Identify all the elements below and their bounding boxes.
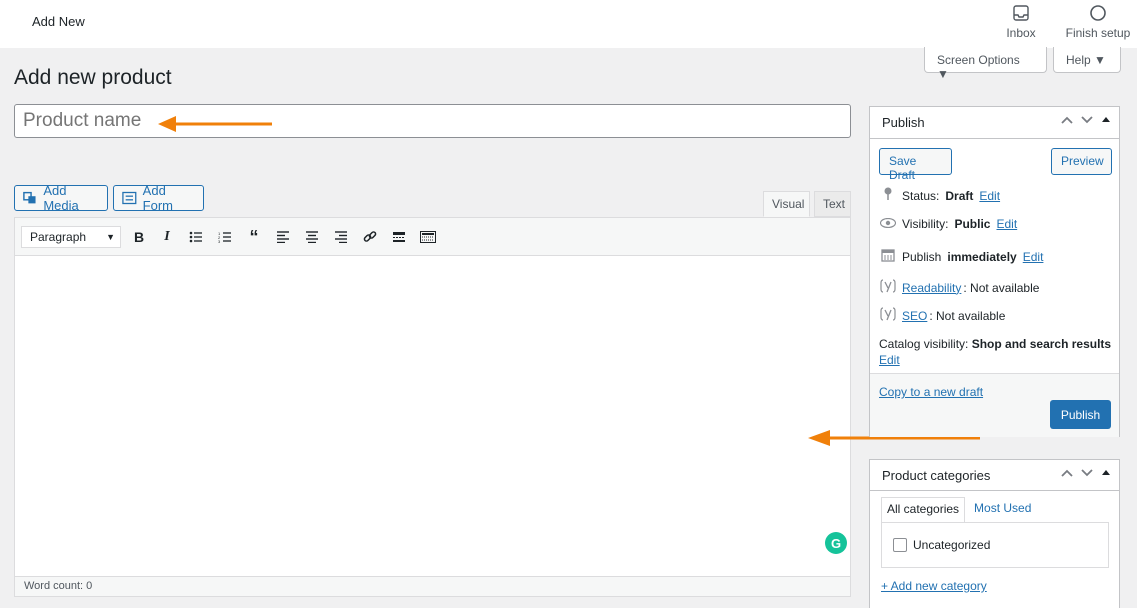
- copy-to-draft-link[interactable]: Copy to a new draft: [879, 385, 983, 399]
- edit-publish-date-link[interactable]: Edit: [1023, 250, 1044, 264]
- page-title: Add new product: [14, 66, 172, 89]
- edit-status-link[interactable]: Edit: [979, 189, 1000, 203]
- calendar-icon: [879, 248, 896, 265]
- annotation-arrow-icon: [158, 116, 272, 132]
- editor-content-area[interactable]: [15, 256, 850, 576]
- visibility-label: Visibility:: [902, 217, 949, 231]
- uncategorized-checkbox[interactable]: [893, 538, 907, 552]
- collapse-toggle-icon[interactable]: [1101, 114, 1111, 128]
- format-select-value: Paragraph: [30, 230, 87, 244]
- publish-date-row: Publish immediately Edit: [879, 248, 1043, 265]
- tab-most-used[interactable]: Most Used: [965, 497, 1036, 523]
- edit-visibility-link[interactable]: Edit: [996, 217, 1017, 231]
- pin-icon: [879, 187, 896, 204]
- category-list: Uncategorized: [881, 522, 1109, 568]
- chevron-up-icon[interactable]: [1061, 467, 1073, 481]
- eye-icon: [879, 217, 896, 231]
- form-icon: [122, 191, 137, 205]
- list-item: Uncategorized: [893, 538, 990, 552]
- topbar-title: Add New: [32, 14, 85, 29]
- yoast-icon: [879, 279, 896, 296]
- align-left-icon[interactable]: [273, 228, 293, 246]
- uncategorized-label: Uncategorized: [913, 538, 991, 552]
- numbered-list-icon[interactable]: 123: [215, 228, 235, 246]
- save-draft-button[interactable]: Save Draft: [879, 148, 952, 182]
- chevron-down-icon[interactable]: [1081, 467, 1093, 481]
- screen-options-button[interactable]: Screen Options ▼: [924, 47, 1047, 81]
- visibility-value: Public: [954, 217, 991, 231]
- align-right-icon[interactable]: [331, 228, 351, 246]
- edit-catalog-visibility-link[interactable]: Edit: [879, 353, 900, 367]
- toolbar-toggle-icon[interactable]: [418, 228, 438, 246]
- read-more-icon[interactable]: [389, 228, 409, 246]
- publish-date-label: Publish: [902, 249, 942, 264]
- publish-box: Publish Save Draft Preview Status: Draft…: [869, 106, 1120, 437]
- readability-row: Readability : Not available: [879, 279, 1039, 296]
- seo-row: SEO : Not available: [879, 307, 1005, 324]
- italic-icon[interactable]: I: [157, 228, 177, 246]
- seo-link[interactable]: SEO: [902, 309, 927, 323]
- link-icon[interactable]: [360, 228, 380, 246]
- tab-all-categories[interactable]: All categories: [881, 497, 966, 523]
- add-form-button[interactable]: Add Form: [113, 183, 204, 213]
- add-media-label: Add Media: [43, 183, 79, 213]
- readability-value: : Not available: [963, 280, 1040, 295]
- editor-toolbar: Paragraph ▼ B I 123 “: [15, 218, 850, 256]
- chevron-down-icon[interactable]: [1081, 114, 1093, 128]
- top-bar: Add New Inbox Finish setup: [0, 0, 1137, 48]
- bold-icon[interactable]: B: [129, 228, 149, 246]
- publish-box-title: Publish: [882, 115, 925, 130]
- finish-setup-button[interactable]: Finish setup: [1064, 4, 1132, 40]
- seo-value: : Not available: [929, 308, 1006, 323]
- add-media-button[interactable]: Add Media: [14, 183, 108, 213]
- yoast-icon: [879, 307, 896, 324]
- inbox-label: Inbox: [1006, 26, 1036, 40]
- catalog-visibility-row: Catalog visibility: Shop and search resu…: [879, 336, 1114, 368]
- content-editor: Paragraph ▼ B I 123 “ G Word count: 0: [14, 217, 851, 597]
- publish-date-value: immediately: [947, 249, 1017, 264]
- tab-text[interactable]: Text: [814, 191, 851, 217]
- bullet-list-icon[interactable]: [186, 228, 206, 246]
- status-value: Draft: [945, 188, 974, 203]
- category-tabs: All categories Most Used: [881, 497, 1036, 523]
- media-icon: [23, 191, 36, 204]
- inbox-icon: [1003, 4, 1039, 24]
- status-row: Status: Draft Edit: [879, 187, 1000, 204]
- product-name-input[interactable]: [14, 104, 851, 138]
- word-count: Word count: 0: [15, 576, 850, 596]
- catalog-visibility-value: Shop and search results: [971, 337, 1112, 351]
- grammarly-icon[interactable]: G: [825, 532, 847, 554]
- format-select[interactable]: Paragraph ▼: [21, 226, 121, 248]
- publish-actions: Copy to a new draft Publish: [870, 373, 1119, 437]
- publish-box-header: Publish: [870, 107, 1119, 139]
- publish-button[interactable]: Publish: [1050, 400, 1111, 429]
- preview-button[interactable]: Preview: [1051, 148, 1112, 175]
- svg-text:3: 3: [218, 239, 221, 243]
- catalog-visibility-label: Catalog visibility:: [879, 337, 969, 351]
- add-new-category-link[interactable]: + Add new category: [881, 579, 987, 593]
- blockquote-icon[interactable]: “: [244, 227, 264, 247]
- align-center-icon[interactable]: [302, 228, 322, 246]
- status-label: Status:: [902, 188, 940, 203]
- finish-setup-label: Finish setup: [1065, 26, 1131, 40]
- inbox-button[interactable]: Inbox: [1003, 4, 1039, 40]
- chevron-down-icon: ▼: [106, 232, 115, 242]
- categories-box-title: Product categories: [882, 468, 991, 483]
- chevron-up-icon[interactable]: [1061, 114, 1073, 128]
- visibility-row: Visibility: Public Edit: [879, 217, 1017, 231]
- readability-link[interactable]: Readability: [902, 281, 961, 295]
- collapse-toggle-icon[interactable]: [1101, 467, 1111, 481]
- tab-visual[interactable]: Visual: [763, 191, 810, 217]
- categories-box-header: Product categories: [870, 460, 1119, 491]
- help-button[interactable]: Help ▼: [1053, 47, 1121, 73]
- circle-icon: [1064, 4, 1132, 24]
- add-form-label: Add Form: [142, 183, 174, 213]
- product-categories-box: Product categories All categories Most U…: [869, 459, 1120, 608]
